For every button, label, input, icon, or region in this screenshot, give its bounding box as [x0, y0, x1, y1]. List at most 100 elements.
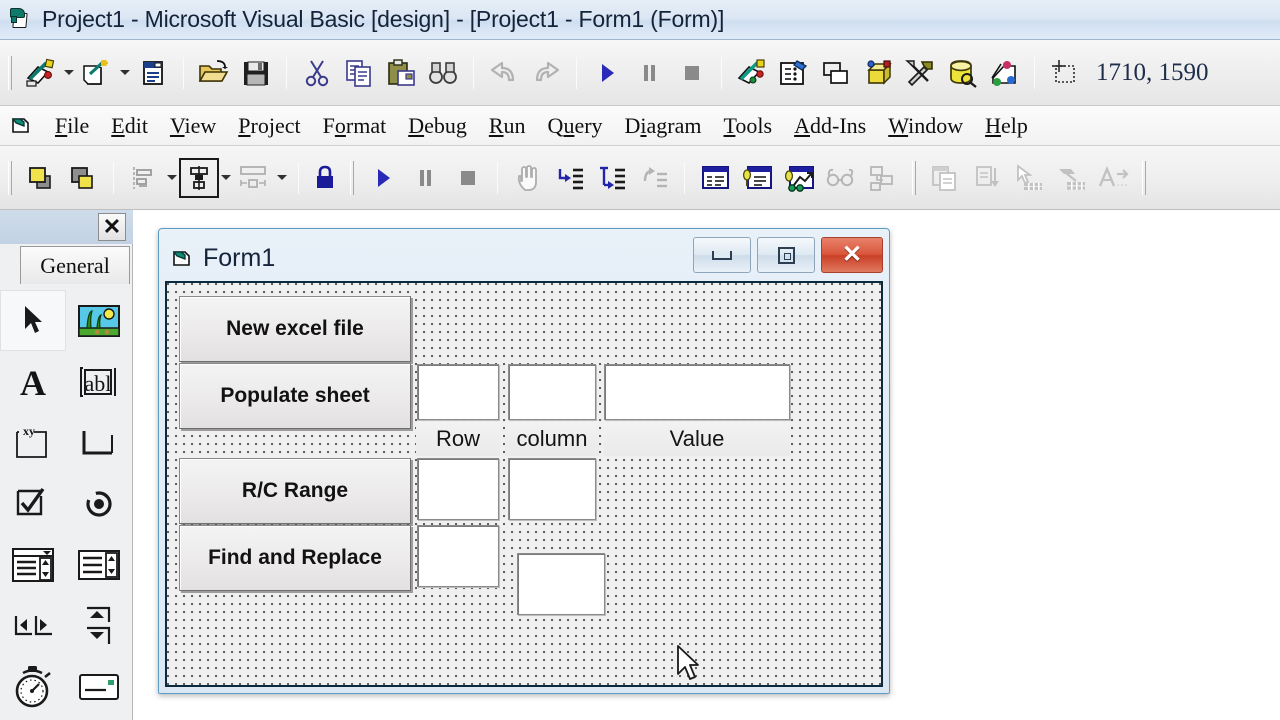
form-design-surface[interactable]: New excel file Populate sheet Row column… [165, 281, 883, 687]
menu-project[interactable]: Project [227, 111, 311, 141]
immediate-window-button[interactable] [736, 157, 778, 199]
textbox-replace[interactable] [517, 553, 605, 615]
fill-grid-button[interactable] [1050, 157, 1092, 199]
save-project-button[interactable] [235, 52, 277, 94]
tool-label[interactable]: A [0, 351, 66, 412]
toolbar-grip[interactable] [8, 55, 12, 90]
bring-to-front-button[interactable] [20, 157, 62, 199]
menu-debug[interactable]: Debug [397, 111, 478, 141]
form-close-button[interactable]: ✕ [821, 237, 883, 273]
add-project-dropdown[interactable] [62, 52, 76, 94]
step-into-button[interactable] [549, 157, 591, 199]
tool-hscrollbar[interactable] [0, 595, 66, 656]
step-over-button[interactable] [591, 157, 633, 199]
form-layout-button[interactable] [815, 52, 857, 94]
sort-records-button[interactable] [966, 157, 1008, 199]
end-button[interactable] [670, 52, 712, 94]
open-project-button[interactable] [193, 52, 235, 94]
properties-window-button[interactable] [773, 52, 815, 94]
toolbox-hammer-button[interactable] [899, 52, 941, 94]
add-form-dropdown[interactable] [118, 52, 132, 94]
add-text-button[interactable] [1092, 157, 1134, 199]
align-button[interactable] [123, 157, 165, 199]
step-out-button[interactable] [633, 157, 675, 199]
menu-tools[interactable]: Tools [713, 111, 784, 141]
locals-window-button[interactable] [694, 157, 736, 199]
size-button[interactable] [233, 157, 275, 199]
tool-pointer[interactable] [0, 290, 66, 351]
chevron-down-icon [120, 70, 130, 75]
start-button[interactable] [586, 52, 628, 94]
paste-button[interactable] [380, 52, 422, 94]
toolbar-grip[interactable] [350, 160, 354, 195]
tool-textbox[interactable]: abl [66, 351, 132, 412]
copy-button[interactable] [338, 52, 380, 94]
add-project-button[interactable] [20, 52, 62, 94]
button-rc-range[interactable]: R/C Range [179, 458, 411, 524]
add-form-button[interactable] [76, 52, 118, 94]
tool-checkbox[interactable] [0, 473, 66, 534]
select-grid-button[interactable] [1008, 157, 1050, 199]
textbox-range-column[interactable] [508, 458, 596, 520]
form-maximize-button[interactable] [757, 237, 815, 273]
menu-run[interactable]: Run [478, 111, 537, 141]
menu-query[interactable]: Query [537, 111, 614, 141]
tool-listbox[interactable] [66, 534, 132, 595]
toolbar-grip[interactable] [912, 160, 916, 195]
copy-records-button[interactable] [924, 157, 966, 199]
end-button[interactable] [446, 157, 488, 199]
tool-combobox[interactable] [0, 534, 66, 595]
textbox-range-row[interactable] [417, 458, 499, 520]
redo-button[interactable] [525, 52, 567, 94]
find-button[interactable] [422, 52, 464, 94]
tool-optionbutton[interactable] [66, 473, 132, 534]
menu-edit[interactable]: Edit [100, 111, 159, 141]
align-dropdown[interactable] [165, 157, 179, 199]
component-manager-button[interactable] [983, 52, 1025, 94]
toolbox-tab-general[interactable]: General [20, 246, 130, 284]
tool-commandbutton[interactable] [66, 412, 132, 473]
textbox-find[interactable] [417, 525, 499, 587]
menu-help[interactable]: Help [974, 111, 1039, 141]
tool-timer[interactable] [0, 656, 66, 717]
textbox-populate-column[interactable] [508, 364, 596, 420]
toolbar-grip[interactable] [1142, 160, 1146, 195]
watch-window-button[interactable] [778, 157, 820, 199]
tool-picturebox[interactable] [66, 290, 132, 351]
object-browser-button[interactable] [857, 52, 899, 94]
tool-frame[interactable]: xy [0, 412, 66, 473]
start-button[interactable] [362, 157, 404, 199]
menu-addins[interactable]: Add-Ins [783, 111, 877, 141]
menu-window[interactable]: Window [877, 111, 974, 141]
undo-button[interactable] [483, 52, 525, 94]
data-view-button[interactable] [941, 52, 983, 94]
menu-editor-button[interactable] [132, 52, 174, 94]
menu-view[interactable]: View [159, 111, 227, 141]
cut-button[interactable] [296, 52, 338, 94]
toolbox-close-button[interactable]: ✕ [98, 213, 126, 241]
tool-vscrollbar[interactable] [66, 595, 132, 656]
button-populate-sheet[interactable]: Populate sheet [179, 363, 411, 429]
button-find-and-replace[interactable]: Find and Replace [179, 525, 411, 591]
call-stack-button[interactable] [862, 157, 904, 199]
lock-controls-button[interactable] [308, 157, 342, 199]
size-dropdown[interactable] [275, 157, 289, 199]
break-button[interactable] [404, 157, 446, 199]
application-titlebar: Project1 - Microsoft Visual Basic [desig… [0, 0, 1280, 40]
quick-watch-button[interactable] [820, 157, 862, 199]
menu-format[interactable]: Format [312, 111, 398, 141]
drag-hand-button[interactable] [507, 157, 549, 199]
break-button[interactable] [628, 52, 670, 94]
textbox-populate-row[interactable] [417, 364, 499, 420]
center-button[interactable] [179, 157, 219, 198]
menu-file[interactable]: File [44, 111, 100, 141]
button-new-excel-file[interactable]: New excel file [179, 296, 411, 362]
center-dropdown[interactable] [219, 157, 233, 199]
tool-drivelistbox[interactable] [66, 656, 132, 717]
form-minimize-button[interactable] [693, 237, 751, 273]
project-explorer-button[interactable] [731, 52, 773, 94]
send-to-back-button[interactable] [62, 157, 104, 199]
textbox-populate-value[interactable] [604, 364, 790, 420]
menu-diagram[interactable]: Diagram [614, 111, 713, 141]
toolbar-grip[interactable] [8, 160, 12, 195]
